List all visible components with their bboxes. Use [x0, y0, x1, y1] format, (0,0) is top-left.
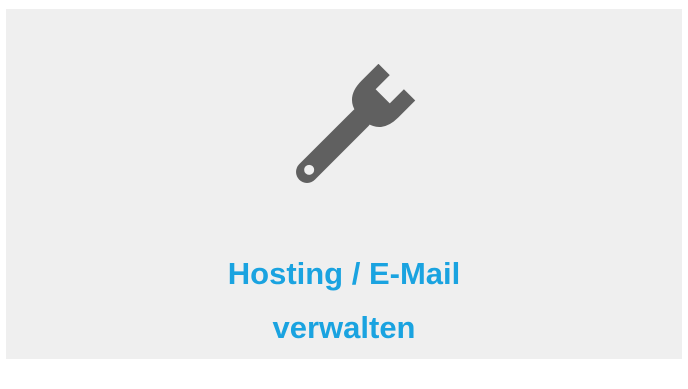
- manage-hosting-email-tile[interactable]: Hosting / E-Mail verwalten: [6, 9, 682, 359]
- tile-title-line1: Hosting / E-Mail: [227, 256, 461, 291]
- tile-title: Hosting / E-Mail verwalten: [6, 247, 682, 355]
- wrench-icon: [291, 64, 416, 194]
- tile-title-line2: verwalten: [272, 310, 416, 345]
